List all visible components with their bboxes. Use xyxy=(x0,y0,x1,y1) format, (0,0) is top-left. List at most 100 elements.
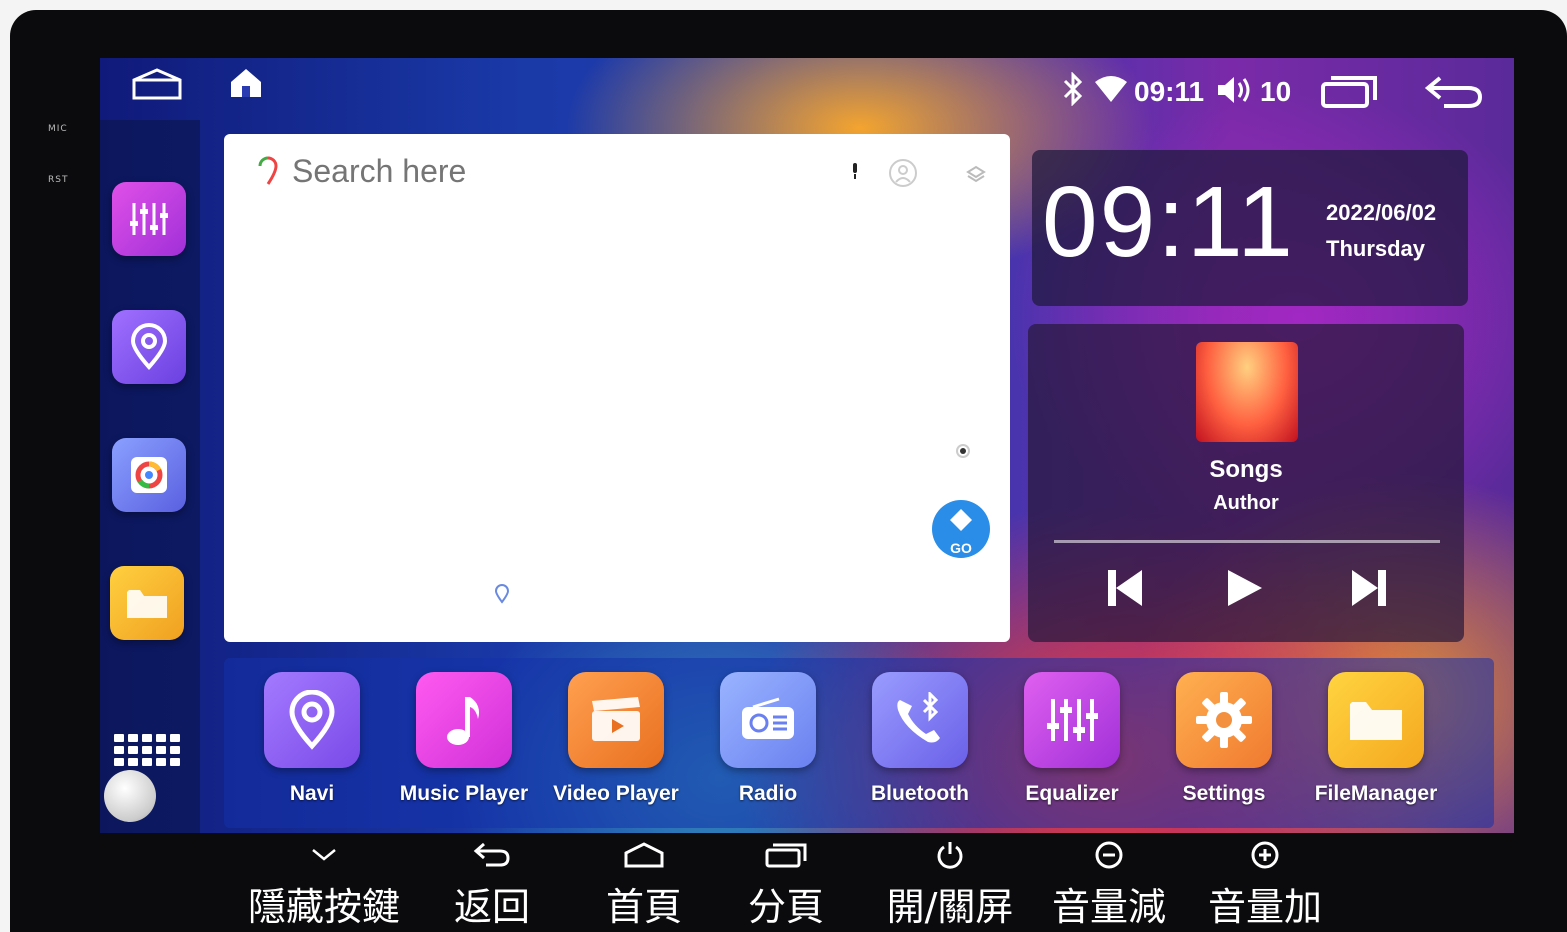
app-label: FileManager xyxy=(1314,782,1438,805)
caption-back[interactable]: 返回 xyxy=(432,838,552,931)
progress-bar[interactable] xyxy=(1054,540,1440,543)
music-note-icon xyxy=(447,697,479,745)
my-location-icon[interactable] xyxy=(954,442,972,464)
volume-minus-icon xyxy=(1044,838,1174,872)
caption-recents[interactable]: 分頁 xyxy=(726,838,846,931)
music-widget: Songs Author xyxy=(1028,324,1464,642)
status-time: 09:11 xyxy=(1134,76,1205,107)
caption-label: 隱藏按鍵 xyxy=(247,885,400,929)
app-equalizer-tile[interactable] xyxy=(1024,672,1120,768)
app-label: Settings xyxy=(1182,782,1266,805)
app-navi-tile[interactable] xyxy=(264,672,360,768)
app-bluetooth-tile[interactable] xyxy=(872,672,968,768)
explore-tab-icon[interactable] xyxy=(494,584,510,608)
location-pin-icon xyxy=(130,323,168,371)
wifi-icon xyxy=(1094,74,1128,108)
back-icon[interactable] xyxy=(1424,74,1484,114)
recent-apps-icon[interactable] xyxy=(1320,74,1378,112)
clock-weekday: Thursday xyxy=(1326,236,1426,261)
browser-icon xyxy=(131,457,167,493)
volume-plus-icon xyxy=(1200,838,1330,872)
clock-time: 09:11 xyxy=(1042,166,1295,278)
app-label: Video Player xyxy=(553,782,679,805)
maps-logo-icon xyxy=(258,156,278,190)
dock-navi-button[interactable] xyxy=(112,310,186,384)
app-bar: Navi Music Player Video Player Radio Blu… xyxy=(224,658,1494,828)
caption-label: 分頁 xyxy=(747,885,824,929)
caption-label: 首頁 xyxy=(605,885,682,929)
clock-widget: 09:11 2022/06/02 Thursday xyxy=(1032,150,1468,306)
dock-equalizer-button[interactable] xyxy=(112,182,186,256)
home-icon xyxy=(584,838,704,872)
caption-label: 開/關屏 xyxy=(886,885,1014,929)
song-title: Songs xyxy=(1209,456,1283,483)
caption-volume-up[interactable]: 音量加 xyxy=(1200,838,1330,931)
app-label: Equalizer xyxy=(1025,782,1119,805)
chevron-down-icon xyxy=(244,838,404,872)
app-music-player[interactable]: Music Player xyxy=(394,672,534,806)
app-label: Radio xyxy=(738,782,798,805)
clapperboard-icon xyxy=(592,697,640,741)
clock-date: 2022/06/02 xyxy=(1326,200,1437,225)
rst-label: RST xyxy=(48,175,69,185)
map-search-input[interactable] xyxy=(290,148,814,194)
app-radio-tile[interactable] xyxy=(720,672,816,768)
caption-screen-power[interactable]: 開/關屏 xyxy=(870,838,1030,931)
home-outline-icon[interactable] xyxy=(130,66,184,106)
play-icon[interactable] xyxy=(1224,568,1264,612)
app-label: Navi xyxy=(289,782,335,805)
app-settings-tile[interactable] xyxy=(1176,672,1272,768)
radio-icon xyxy=(742,697,794,739)
song-author: Author xyxy=(1213,492,1279,514)
app-drawer-icon[interactable] xyxy=(114,734,180,772)
volume-level: 10 xyxy=(1260,76,1292,107)
floating-assist-button[interactable] xyxy=(104,770,156,822)
app-bluetooth[interactable]: Bluetooth xyxy=(850,672,990,806)
power-icon xyxy=(870,838,1030,872)
go-label: GO xyxy=(950,540,972,556)
bluetooth-icon xyxy=(1060,71,1086,110)
app-filemanager-tile[interactable] xyxy=(1328,672,1424,768)
location-pin-icon xyxy=(289,690,335,750)
dock-browser-button[interactable] xyxy=(112,438,186,512)
app-equalizer[interactable]: Equalizer xyxy=(1002,672,1142,806)
back-icon xyxy=(432,838,552,872)
map-widget[interactable]: GO xyxy=(224,134,1010,642)
bluetooth-phone-icon xyxy=(897,692,940,743)
app-label: Music Player xyxy=(399,782,529,805)
layers-icon[interactable] xyxy=(966,164,986,188)
recent-apps-icon xyxy=(726,838,846,872)
profile-icon[interactable] xyxy=(888,158,918,192)
launcher-home-icon[interactable] xyxy=(228,66,264,104)
caption-home[interactable]: 首頁 xyxy=(584,838,704,931)
equalizer-icon xyxy=(130,203,168,235)
app-navi[interactable]: Navi xyxy=(242,672,382,806)
go-button[interactable]: GO xyxy=(932,500,990,558)
next-track-icon[interactable] xyxy=(1350,568,1390,612)
microphone-icon[interactable] xyxy=(850,162,860,184)
previous-track-icon[interactable] xyxy=(1104,568,1144,612)
app-radio[interactable]: Radio xyxy=(698,672,838,806)
album-art[interactable] xyxy=(1196,342,1298,442)
volume-icon[interactable] xyxy=(1216,74,1252,110)
directions-icon xyxy=(950,509,972,531)
equalizer-icon xyxy=(1047,699,1098,741)
mic-label: MIC xyxy=(48,124,68,134)
app-filemanager[interactable]: FileManager xyxy=(1306,672,1446,806)
app-video-player[interactable]: Video Player xyxy=(546,672,686,806)
folder-icon xyxy=(1350,702,1402,740)
caption-label: 音量減 xyxy=(1051,885,1166,929)
app-settings[interactable]: Settings xyxy=(1154,672,1294,806)
app-video-player-tile[interactable] xyxy=(568,672,664,768)
app-label: Bluetooth xyxy=(871,782,969,805)
caption-label: 音量加 xyxy=(1207,885,1322,929)
status-bar: 09:11 10 xyxy=(100,58,1514,128)
gear-icon xyxy=(1196,692,1252,748)
caption-volume-down[interactable]: 音量減 xyxy=(1044,838,1174,931)
caption-label: 返回 xyxy=(453,885,530,929)
screen: 09:11 10 Search here GO 09:11 2022/06/02… xyxy=(100,58,1514,833)
app-music-player-tile[interactable] xyxy=(416,672,512,768)
folder-icon xyxy=(127,590,167,618)
caption-hide-keys[interactable]: 隱藏按鍵 xyxy=(244,838,404,931)
dock-files-button[interactable] xyxy=(110,566,184,640)
